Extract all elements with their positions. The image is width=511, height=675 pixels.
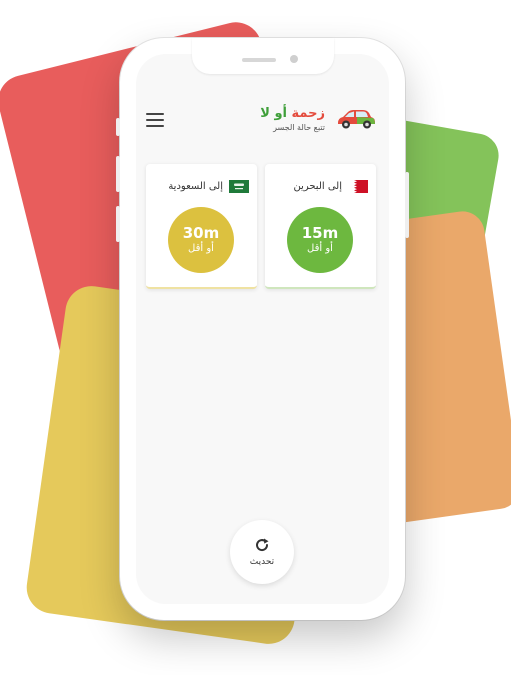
card-header: إلى السعودية — [168, 178, 249, 194]
refresh-button[interactable]: تحديث — [230, 520, 294, 584]
app-title-part2: أو لا — [260, 106, 288, 121]
wait-time: 15m — [301, 224, 339, 242]
card-to-saudi[interactable]: إلى السعودية 30m أو أقل — [146, 164, 257, 289]
refresh-label: تحديث — [249, 557, 275, 567]
front-camera — [290, 55, 298, 63]
app-screen: زحمة أو لا تتبع حالة الجسر إلى السعودية … — [136, 54, 389, 604]
bahrain-flag-icon — [348, 179, 368, 193]
card-title: إلى السعودية — [168, 180, 223, 192]
app-title-part1: زحمة — [291, 106, 325, 121]
card-header: إلى البحرين — [293, 178, 368, 194]
card-title: إلى البحرين — [293, 180, 342, 192]
phone-notch — [192, 38, 334, 74]
wait-note: أو أقل — [188, 243, 214, 254]
wait-time: 30m — [182, 224, 220, 242]
status-badge: 15m أو أقل — [287, 207, 353, 273]
status-badge: 30m أو أقل — [168, 207, 234, 273]
app-brand: زحمة أو لا تتبع حالة الجسر — [260, 106, 325, 134]
hamburger-menu-icon[interactable] — [146, 113, 164, 127]
refresh-icon — [256, 538, 269, 552]
crossing-cards: إلى السعودية 30m أو أقل إلى البحرين 15m — [146, 164, 379, 289]
phone-mockup: زحمة أو لا تتبع حالة الجسر إلى السعودية … — [116, 38, 409, 620]
phone-side-button — [405, 172, 409, 238]
car-icon — [338, 110, 375, 129]
card-to-bahrain[interactable]: إلى البحرين 15m أو أقل — [265, 164, 376, 289]
wait-note: أو أقل — [307, 243, 333, 254]
speaker-grille — [242, 58, 276, 62]
app-subtitle: تتبع حالة الجسر — [273, 123, 325, 132]
saudi-flag-icon — [229, 179, 249, 193]
app-title: زحمة أو لا — [260, 106, 325, 122]
phone-side-button — [116, 156, 120, 192]
phone-side-button — [116, 118, 120, 136]
phone-side-button — [116, 206, 120, 242]
